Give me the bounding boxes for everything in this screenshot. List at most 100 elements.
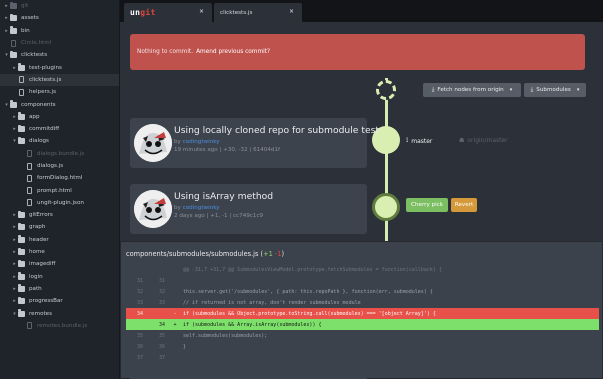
branch-ref-origin-master[interactable]: ☗ origin/master <box>459 137 508 144</box>
new-line-number: 32 <box>158 288 165 295</box>
tree-item[interactable]: ▸ graph <box>0 221 119 233</box>
chevron-right-icon[interactable]: ▸ <box>3 3 10 9</box>
tree-item[interactable]: remotes.bundle.js <box>0 320 119 332</box>
tree-item[interactable]: prompt.html <box>0 184 119 196</box>
branch-ref-master[interactable]: ⟟ master <box>406 137 432 145</box>
status-text: Nothing to commit. <box>137 49 194 55</box>
tree-item-label: ungit-plugin.json <box>37 199 84 206</box>
tree-item-label: Circle.html <box>21 40 52 47</box>
tree-item[interactable]: ▾ remotes <box>0 307 119 319</box>
author-link[interactable]: codingtwinky <box>183 205 220 211</box>
tree-item[interactable]: ▸ bin <box>0 25 119 37</box>
amend-link[interactable]: Amend previous commit? <box>196 49 270 55</box>
chevron-right-icon[interactable]: ▸ <box>11 237 18 243</box>
commit-node-selected[interactable] <box>372 193 400 221</box>
chevron-right-icon[interactable]: ▸ <box>11 126 18 132</box>
chevron-right-icon[interactable]: ▸ <box>11 298 18 304</box>
remote-icon: ☗ <box>459 137 465 144</box>
lines-added: +1 <box>263 250 273 258</box>
diff-panel: components/submodules/submodules.js (+1 … <box>120 241 603 379</box>
diff-line-ctx: 33 33 // if returned is not array, don't … <box>126 297 599 308</box>
tree-item[interactable]: ▸ gitErrors <box>0 209 119 221</box>
submodules-button[interactable]: ⤓ Submodules ▾ <box>524 83 586 97</box>
diff-code: @@ -31,7 +31,7 @@ SubmodulesViewModel.pr… <box>183 266 442 273</box>
tree-item[interactable]: ▸ commitdiff <box>0 123 119 135</box>
new-line-number: 37 <box>158 354 165 361</box>
tree-item[interactable]: ungit-plugin.json <box>0 197 119 209</box>
lines-removed: -1 <box>274 250 282 258</box>
tree-item[interactable]: ▾ dialogs <box>0 135 119 147</box>
diff-code: // if returned is not array, don't rende… <box>183 299 361 306</box>
folder-icon <box>10 26 17 34</box>
tree-item-label: formDialog.html <box>37 175 83 182</box>
file-icon <box>27 162 32 170</box>
diff-file-header[interactable]: components/submodules/submodules.js (+1 … <box>126 250 284 258</box>
tree-item[interactable]: ▸ app <box>0 111 119 123</box>
commit-meta: 2 days ago | +1, -1 | cc749c1c9 <box>174 213 264 219</box>
commit-author: by codingtwinky <box>174 205 220 211</box>
chevron-right-icon[interactable]: ▸ <box>3 28 10 34</box>
tab-clicktests[interactable]: clicktests.js × <box>214 3 302 22</box>
folder-icon <box>18 259 25 268</box>
tree-item[interactable]: ▸ path <box>0 283 119 295</box>
tree-item[interactable]: dialogs.js <box>0 160 119 172</box>
file-icon <box>27 150 32 158</box>
tree-item-label: clicktests <box>21 52 48 59</box>
tree-item[interactable]: Circle.html <box>0 37 119 49</box>
close-icon[interactable]: × <box>199 8 204 15</box>
chevron-down-icon[interactable]: ▾ <box>3 52 10 58</box>
tree-item[interactable]: ▾ clicktests <box>0 49 119 61</box>
tab-ungit[interactable]: ungit × <box>124 3 212 22</box>
diff-code: this.server.get('/submodules', { path: t… <box>183 288 433 295</box>
close-icon[interactable]: × <box>289 8 294 15</box>
tree-item[interactable]: dialogs.bundle.js <box>0 148 119 160</box>
diff-code: } <box>183 343 187 350</box>
fetch-nodes-button[interactable]: ⤓ Fetch nodes from origin ▾ <box>423 83 521 97</box>
folder-icon <box>18 124 25 133</box>
folder-icon <box>18 247 25 256</box>
chevron-right-icon[interactable]: ▸ <box>11 65 18 71</box>
tree-item[interactable]: ▸ test-plugins <box>0 61 119 73</box>
commit-card[interactable]: Using isArray method by codingtwinky 2 d… <box>130 184 367 234</box>
tree-item[interactable]: ▸ login <box>0 271 119 283</box>
chevron-down-icon: ▾ <box>509 87 513 93</box>
tree-item[interactable]: formDialog.html <box>0 172 119 184</box>
chevron-right-icon[interactable]: ▸ <box>11 114 18 120</box>
avatar <box>134 190 172 228</box>
tree-item[interactable]: ▸ git <box>0 0 119 12</box>
chevron-right-icon[interactable]: ▸ <box>11 224 18 230</box>
folder-icon <box>18 309 25 317</box>
folder-icon <box>10 100 17 108</box>
diff-line-add: 34 + if (submodules && Array.isArray(subm… <box>126 319 599 330</box>
diff-line-ctx: 35 35 self.submodules(submodules); <box>126 330 599 341</box>
cherry-pick-button[interactable]: Cherry pick <box>406 198 448 212</box>
commit-card[interactable]: Using locally cloned repo for submodule … <box>130 118 379 168</box>
chevron-right-icon[interactable]: ▸ <box>11 274 18 280</box>
old-line-number: 37 <box>136 354 143 361</box>
tree-item[interactable]: ▸ progressBar <box>0 295 119 307</box>
chevron-right-icon[interactable]: ▸ <box>11 212 18 218</box>
chevron-down-icon[interactable]: ▾ <box>3 102 10 108</box>
tree-item-label: bin <box>21 27 30 34</box>
tree-item[interactable]: ▾ components <box>0 98 119 110</box>
tree-item-label: app <box>29 113 40 120</box>
tree-item-label: path <box>29 285 42 292</box>
tree-item[interactable]: helpers.js <box>0 86 119 98</box>
tree-item-label: imagediff <box>29 261 56 268</box>
tree-item[interactable]: ▸ header <box>0 234 119 246</box>
file-icon <box>27 199 32 207</box>
tree-item[interactable]: ▸ home <box>0 246 119 258</box>
tree-item[interactable]: ▸ imagediff <box>0 258 119 270</box>
chevron-right-icon[interactable]: ▸ <box>3 15 10 21</box>
chevron-down-icon[interactable]: ▾ <box>11 138 18 144</box>
chevron-right-icon[interactable]: ▸ <box>11 286 18 292</box>
chevron-down-icon[interactable]: ▾ <box>11 311 18 317</box>
working-tree-node[interactable] <box>376 80 396 100</box>
revert-button[interactable]: Revert <box>451 198 477 212</box>
chevron-right-icon[interactable]: ▸ <box>11 261 18 267</box>
old-line-number: 34 <box>136 310 143 317</box>
tree-item[interactable]: clicktests.js <box>0 73 119 87</box>
author-link[interactable]: codingtwinky <box>183 139 220 145</box>
chevron-right-icon[interactable]: ▸ <box>11 249 18 255</box>
tree-item[interactable]: ▸ assets <box>0 12 119 24</box>
